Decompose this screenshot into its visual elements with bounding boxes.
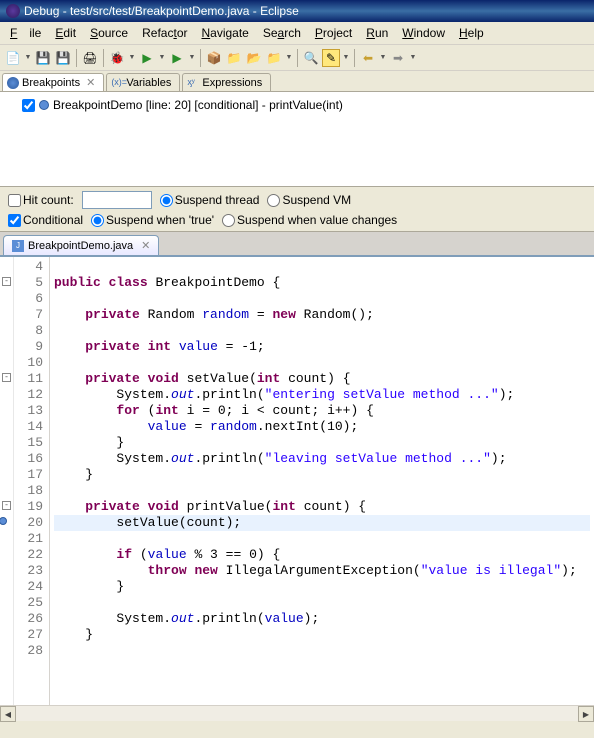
dropdown-icon[interactable]: ▼ bbox=[158, 49, 166, 67]
tab-variables[interactable]: (x)= Variables bbox=[106, 73, 180, 91]
menu-project[interactable]: Project bbox=[309, 24, 358, 42]
hit-count-option[interactable]: Hit count: bbox=[8, 193, 74, 207]
tab-label: Expressions bbox=[202, 77, 262, 89]
menu-help[interactable]: Help bbox=[453, 24, 490, 42]
menu-file[interactable]: File bbox=[4, 24, 47, 42]
tab-expressions[interactable]: ᶍʸ Expressions bbox=[182, 73, 271, 91]
new-icon[interactable]: 📄 bbox=[4, 49, 22, 67]
close-icon[interactable]: ✕ bbox=[86, 76, 95, 89]
variables-icon: (x)= bbox=[111, 77, 123, 89]
scroll-track[interactable] bbox=[16, 706, 578, 721]
menubar: File Edit Source Refactor Navigate Searc… bbox=[0, 22, 594, 45]
open-type-icon[interactable]: 📁 bbox=[225, 49, 243, 67]
close-icon[interactable]: ✕ bbox=[141, 239, 150, 252]
menu-navigate[interactable]: Navigate bbox=[195, 24, 254, 42]
breakpoint-options: Hit count: Suspend thread Suspend VM Con… bbox=[0, 187, 594, 232]
new-package-icon[interactable]: 📦 bbox=[205, 49, 223, 67]
breakpoints-panel: BreakpointDemo [line: 20] [conditional] … bbox=[0, 92, 594, 187]
run-icon[interactable]: ▶ bbox=[138, 49, 156, 67]
view-tabs: Breakpoints ✕ (x)= Variables ᶍʸ Expressi… bbox=[0, 71, 594, 92]
menu-refactor[interactable]: Refactor bbox=[136, 24, 193, 42]
dropdown-icon[interactable]: ▼ bbox=[188, 49, 196, 67]
suspend-thread-radio[interactable] bbox=[160, 194, 173, 207]
editor-tab[interactable]: J BreakpointDemo.java ✕ bbox=[3, 235, 159, 255]
suspend-thread-option[interactable]: Suspend thread bbox=[160, 193, 260, 207]
editor-tab-strip: J BreakpointDemo.java ✕ bbox=[0, 232, 594, 255]
editor-tab-label: BreakpointDemo.java bbox=[28, 240, 133, 252]
java-file-icon: J bbox=[12, 240, 24, 252]
menu-search[interactable]: Search bbox=[257, 24, 307, 42]
debug-icon[interactable]: 🐞 bbox=[108, 49, 126, 67]
suspend-changes-option[interactable]: Suspend when value changes bbox=[222, 213, 397, 227]
breakpoint-item[interactable]: BreakpointDemo [line: 20] [conditional] … bbox=[8, 96, 586, 112]
conditional-option[interactable]: Conditional bbox=[8, 213, 83, 227]
conditional-checkbox[interactable] bbox=[8, 214, 21, 227]
breakpoint-label: BreakpointDemo [line: 20] [conditional] … bbox=[53, 98, 343, 112]
save-all-icon[interactable]: 💾 bbox=[54, 49, 72, 67]
horizontal-scrollbar[interactable]: ◀ ▶ bbox=[0, 705, 594, 721]
tab-breakpoints[interactable]: Breakpoints ✕ bbox=[2, 73, 104, 91]
suspend-vm-option[interactable]: Suspend VM bbox=[267, 193, 351, 207]
menu-edit[interactable]: Edit bbox=[49, 24, 82, 42]
suspend-true-radio[interactable] bbox=[91, 214, 104, 227]
dropdown-icon[interactable]: ▼ bbox=[24, 49, 32, 67]
save-icon[interactable]: 💾 bbox=[34, 49, 52, 67]
window-title: Debug - test/src/test/BreakpointDemo.jav… bbox=[24, 4, 299, 18]
dropdown-icon[interactable]: ▼ bbox=[285, 49, 293, 67]
new-class-icon[interactable]: 📁 bbox=[265, 49, 283, 67]
dropdown-icon[interactable]: ▼ bbox=[342, 49, 350, 67]
scroll-right-button[interactable]: ▶ bbox=[578, 706, 594, 722]
scroll-left-button[interactable]: ◀ bbox=[0, 706, 16, 722]
dropdown-icon[interactable]: ▼ bbox=[128, 49, 136, 67]
dropdown-icon[interactable]: ▼ bbox=[409, 49, 417, 67]
breakpoint-bullet-icon bbox=[39, 100, 49, 110]
breakpoints-icon bbox=[7, 77, 19, 89]
code-editor[interactable]: --- 456789101112131415161718192021222324… bbox=[0, 255, 594, 705]
code-content[interactable]: public class BreakpointDemo { private Ra… bbox=[50, 257, 594, 705]
line-gutter: 4567891011121314151617181920212223242526… bbox=[14, 257, 50, 705]
main-toolbar: 📄▼ 💾 💾 🖨 🐞▼ ▶▼ ▶▼ 📦 📁 📂 📁▼ 🔍 ✎▼ ⬅▼ ➡▼ bbox=[0, 45, 594, 71]
menu-source[interactable]: Source bbox=[84, 24, 134, 42]
breakpoint-checkbox[interactable] bbox=[22, 99, 35, 112]
menu-run[interactable]: Run bbox=[360, 24, 394, 42]
tab-label: Variables bbox=[126, 77, 171, 89]
mark-icon[interactable]: ✎ bbox=[322, 49, 340, 67]
eclipse-icon bbox=[6, 4, 20, 18]
suspend-changes-radio[interactable] bbox=[222, 214, 235, 227]
search-icon[interactable]: 🔍 bbox=[302, 49, 320, 67]
window-titlebar: Debug - test/src/test/BreakpointDemo.jav… bbox=[0, 0, 594, 22]
forward-icon[interactable]: ➡ bbox=[389, 49, 407, 67]
run-last-icon[interactable]: ▶ bbox=[168, 49, 186, 67]
print-icon[interactable]: 🖨 bbox=[81, 49, 99, 67]
tab-label: Breakpoints bbox=[22, 77, 80, 89]
dropdown-icon[interactable]: ▼ bbox=[379, 49, 387, 67]
suspend-true-option[interactable]: Suspend when 'true' bbox=[91, 213, 214, 227]
expressions-icon: ᶍʸ bbox=[187, 77, 199, 89]
hit-count-checkbox[interactable] bbox=[8, 194, 21, 207]
menu-window[interactable]: Window bbox=[396, 24, 451, 42]
suspend-vm-radio[interactable] bbox=[267, 194, 280, 207]
marker-column: --- bbox=[0, 257, 14, 705]
back-icon[interactable]: ⬅ bbox=[359, 49, 377, 67]
open-task-icon[interactable]: 📂 bbox=[245, 49, 263, 67]
hit-count-input[interactable] bbox=[82, 191, 152, 209]
